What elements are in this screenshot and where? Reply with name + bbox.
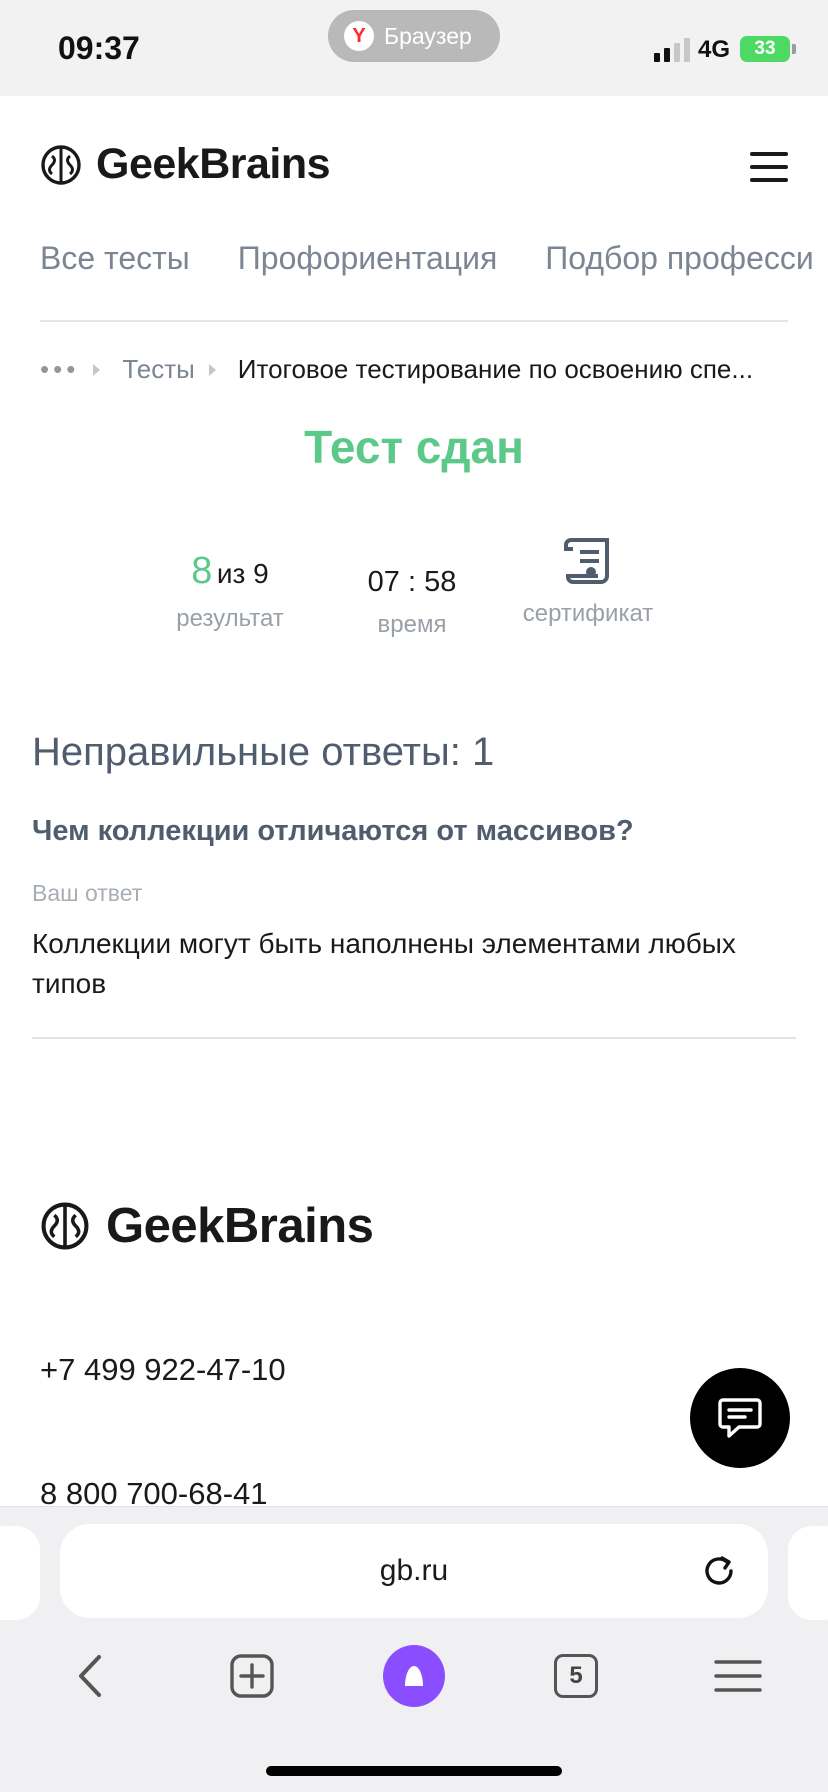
time-label: время xyxy=(377,611,447,638)
battery-tip xyxy=(792,44,796,54)
breadcrumb-ellipsis[interactable]: ••• xyxy=(40,354,79,385)
new-tab-button[interactable] xyxy=(222,1640,282,1712)
question-text: Чем коллекции отличаются от массивов? xyxy=(32,815,634,847)
tab-career-guidance[interactable]: Профориентация xyxy=(238,240,497,282)
chevron-right-icon xyxy=(93,363,101,376)
answer-divider xyxy=(32,1037,796,1039)
footer-logo[interactable]: GeekBrains xyxy=(40,1198,374,1254)
tabs-count: 5 xyxy=(554,1654,598,1698)
yandex-icon: Y xyxy=(344,21,374,51)
logo-text: GeekBrains xyxy=(96,140,331,188)
battery-icon: 33 xyxy=(740,36,790,62)
brain-logo-icon xyxy=(41,144,81,185)
chat-button[interactable] xyxy=(690,1368,790,1468)
tabs-button[interactable]: 5 xyxy=(546,1640,606,1712)
result-title: Тест сдан xyxy=(304,421,524,473)
score-total: из 9 xyxy=(216,558,269,589)
battery-level: 33 xyxy=(754,38,776,59)
tab-profession-selection[interactable]: Подбор професси xyxy=(545,240,814,282)
site-logo[interactable]: GeekBrains xyxy=(40,140,331,189)
next-tab-card[interactable] xyxy=(788,1526,828,1620)
alice-icon xyxy=(383,1645,445,1707)
answer-text: Коллекции могут быть наполнены элементам… xyxy=(32,928,736,999)
alice-glyph-icon xyxy=(405,1666,423,1686)
browser-menu-button[interactable] xyxy=(708,1640,768,1712)
home-indicator xyxy=(266,1766,562,1776)
cellular-signal-icon xyxy=(654,38,690,62)
certificate-label: сертификат xyxy=(522,600,654,627)
score-stat: 8 из 9 результат xyxy=(160,550,300,633)
browser-pill-label: Браузер xyxy=(384,22,472,49)
hamburger-menu-button[interactable] xyxy=(750,152,788,182)
score-label: результат xyxy=(176,605,284,632)
phone-link-moscow[interactable]: +7 499 922-47-10 xyxy=(40,1352,286,1388)
status-bar: 09:37 Y Браузер 4G 33 xyxy=(0,0,828,96)
tab-all-tests[interactable]: Все тесты xyxy=(40,240,190,282)
address-bar[interactable]: gb.ru xyxy=(60,1524,768,1618)
chevron-right-icon xyxy=(208,363,216,376)
certificate-link[interactable]: сертификат xyxy=(515,536,661,628)
brain-logo-icon xyxy=(41,1202,89,1250)
score-value: 8 xyxy=(191,550,213,592)
back-to-browser-pill[interactable]: Y Браузер xyxy=(328,10,500,62)
alice-assistant-button[interactable] xyxy=(374,1640,454,1712)
breadcrumb-tests[interactable]: Тесты xyxy=(122,354,194,385)
time-stat: 07 : 58 время xyxy=(350,566,474,639)
menu-lines-icon xyxy=(714,1660,762,1692)
tabs-divider xyxy=(40,320,788,322)
network-type: 4G xyxy=(698,36,731,63)
footer-logo-text: GeekBrains xyxy=(106,1199,374,1253)
breadcrumb-current: Итоговое тестирование по освоению спе... xyxy=(237,354,754,384)
url-text: gb.ru xyxy=(379,1554,449,1587)
time-value: 07 : 58 xyxy=(367,566,457,598)
plus-square-icon xyxy=(230,1654,274,1698)
browser-nav: 5 xyxy=(0,1640,828,1712)
back-button[interactable] xyxy=(60,1640,120,1712)
previous-tab-card[interactable] xyxy=(0,1526,40,1620)
breadcrumb: ••• Тесты Итоговое тестирование по освое… xyxy=(40,354,790,385)
certificate-scroll-icon xyxy=(564,538,609,584)
category-tabs: Все тесты Профориентация Подбор професси xyxy=(40,240,828,282)
wrong-answers-heading: Неправильные ответы: 1 xyxy=(32,730,495,774)
chevron-left-icon xyxy=(79,1655,101,1697)
your-answer-label: Ваш ответ xyxy=(32,880,143,906)
chat-icon xyxy=(718,1398,762,1438)
reload-icon[interactable] xyxy=(700,1552,738,1590)
status-time: 09:37 xyxy=(58,30,140,66)
